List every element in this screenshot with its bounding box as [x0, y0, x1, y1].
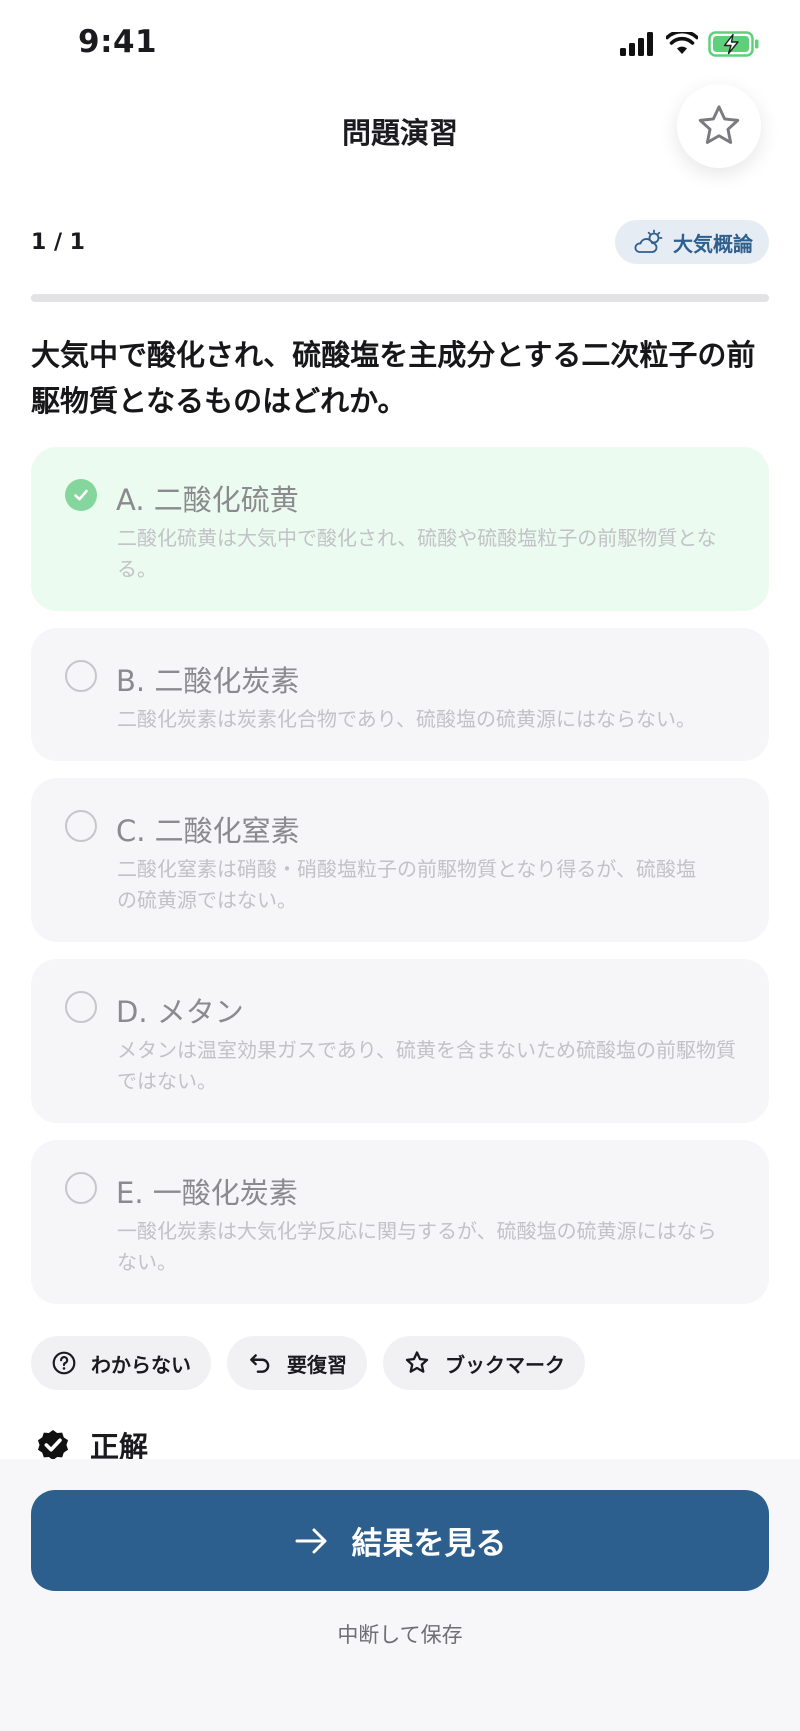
bookmark-button[interactable]: ブックマーク [383, 1336, 585, 1390]
option-a-radio[interactable] [65, 479, 97, 511]
option-a-explanation: 二酸化硫黄は大気中で酸化され、硫酸や硫酸塩粒子の前駆物質となる。 [117, 526, 717, 581]
star-outline-icon [405, 1351, 429, 1373]
progress-bar [31, 294, 769, 302]
status-time: 9:41 [78, 24, 158, 60]
option-e-title: E. 一酸化炭素 [116, 1176, 298, 1210]
option-d-explanation: メタンは温室効果ガスであり、硫黄を含まないため硫酸塩の前駆物質ではない。 [117, 1038, 736, 1093]
wifi-icon [666, 32, 698, 54]
option-b-radio[interactable] [65, 660, 97, 692]
review-button[interactable]: 要復習 [227, 1336, 367, 1390]
undo-arrow-icon [250, 1354, 270, 1373]
option-a-title: A. 二酸化硫黄 [116, 483, 299, 517]
category-label: 大気概論 [673, 231, 753, 256]
question-circle-icon [52, 1351, 76, 1375]
unknown-button[interactable]: わからない [31, 1336, 211, 1390]
question-text: 大気中で酸化され、硫酸塩を主成分とする二次粒子の前駆物質となるものはどれか。 [31, 338, 756, 418]
progress-bar-fill [31, 294, 769, 302]
option-c-explanation: 二酸化窒素は硝酸・硝酸塩粒子の前駆物質となり得るが、硫酸塩の硫黄源ではない。 [117, 857, 696, 912]
battery-charging-icon [708, 31, 759, 57]
option-e-radio[interactable] [65, 1172, 97, 1204]
arrow-right-icon [295, 1528, 326, 1553]
unknown-label: わからない [91, 1352, 191, 1377]
option-d-title: D. メタン [116, 995, 244, 1029]
option-d-radio[interactable] [65, 991, 97, 1023]
status-icons [620, 30, 760, 58]
option-a[interactable]: A. 二酸化硫黄 二酸化硫黄は大気中で酸化され、硫酸や硫酸塩粒子の前駆物質となる… [31, 447, 769, 611]
view-results-label: 結果を見る [351, 1526, 507, 1562]
cloud-sun-icon [634, 229, 663, 253]
bookmark-label: ブックマーク [445, 1352, 565, 1377]
option-c-radio[interactable] [65, 810, 97, 842]
option-b-title: B. 二酸化炭素 [116, 664, 300, 698]
suspend-save-link[interactable]: 中断して保存 [0, 1619, 800, 1649]
option-b[interactable]: B. 二酸化炭素 二酸化炭素は炭素化合物であり、硫酸塩の硫黄源にはならない。 [31, 628, 769, 761]
option-d[interactable]: D. メタン メタンは温室効果ガスであり、硫黄を含まないため硫酸塩の前駆物質では… [31, 959, 769, 1123]
option-c[interactable]: C. 二酸化窒素 二酸化窒素は硝酸・硝酸塩粒子の前駆物質となり得るが、硫酸塩の硫… [31, 778, 769, 942]
option-e-explanation: 一酸化炭素は大気化学反応に関与するが、硫酸塩の硫黄源にはならない。 [117, 1219, 717, 1274]
view-results-button[interactable]: 結果を見る [31, 1490, 769, 1591]
option-b-explanation: 二酸化炭素は炭素化合物であり、硫酸塩の硫黄源にはならない。 [117, 707, 696, 731]
category-chip: 大気概論 [615, 220, 769, 264]
action-pills: わからない 要復習 ブックマーク [31, 1336, 585, 1390]
question-counter: 1 / 1 [31, 230, 85, 255]
status-bar: 9:41 [0, 0, 800, 90]
progress-row: 1 / 1 大気概論 [31, 220, 769, 264]
check-icon [74, 489, 88, 501]
option-e[interactable]: E. 一酸化炭素 一酸化炭素は大気化学反応に関与するが、硫酸塩の硫黄源にはならな… [31, 1140, 769, 1304]
review-label: 要復習 [287, 1352, 347, 1377]
star-outline-icon [698, 105, 740, 144]
option-c-title: C. 二酸化窒素 [116, 814, 300, 848]
bottom-panel: 結果を見る 中断して保存 [0, 1459, 800, 1731]
signal-icon [620, 32, 653, 56]
bookmark-star-button[interactable] [677, 84, 761, 168]
